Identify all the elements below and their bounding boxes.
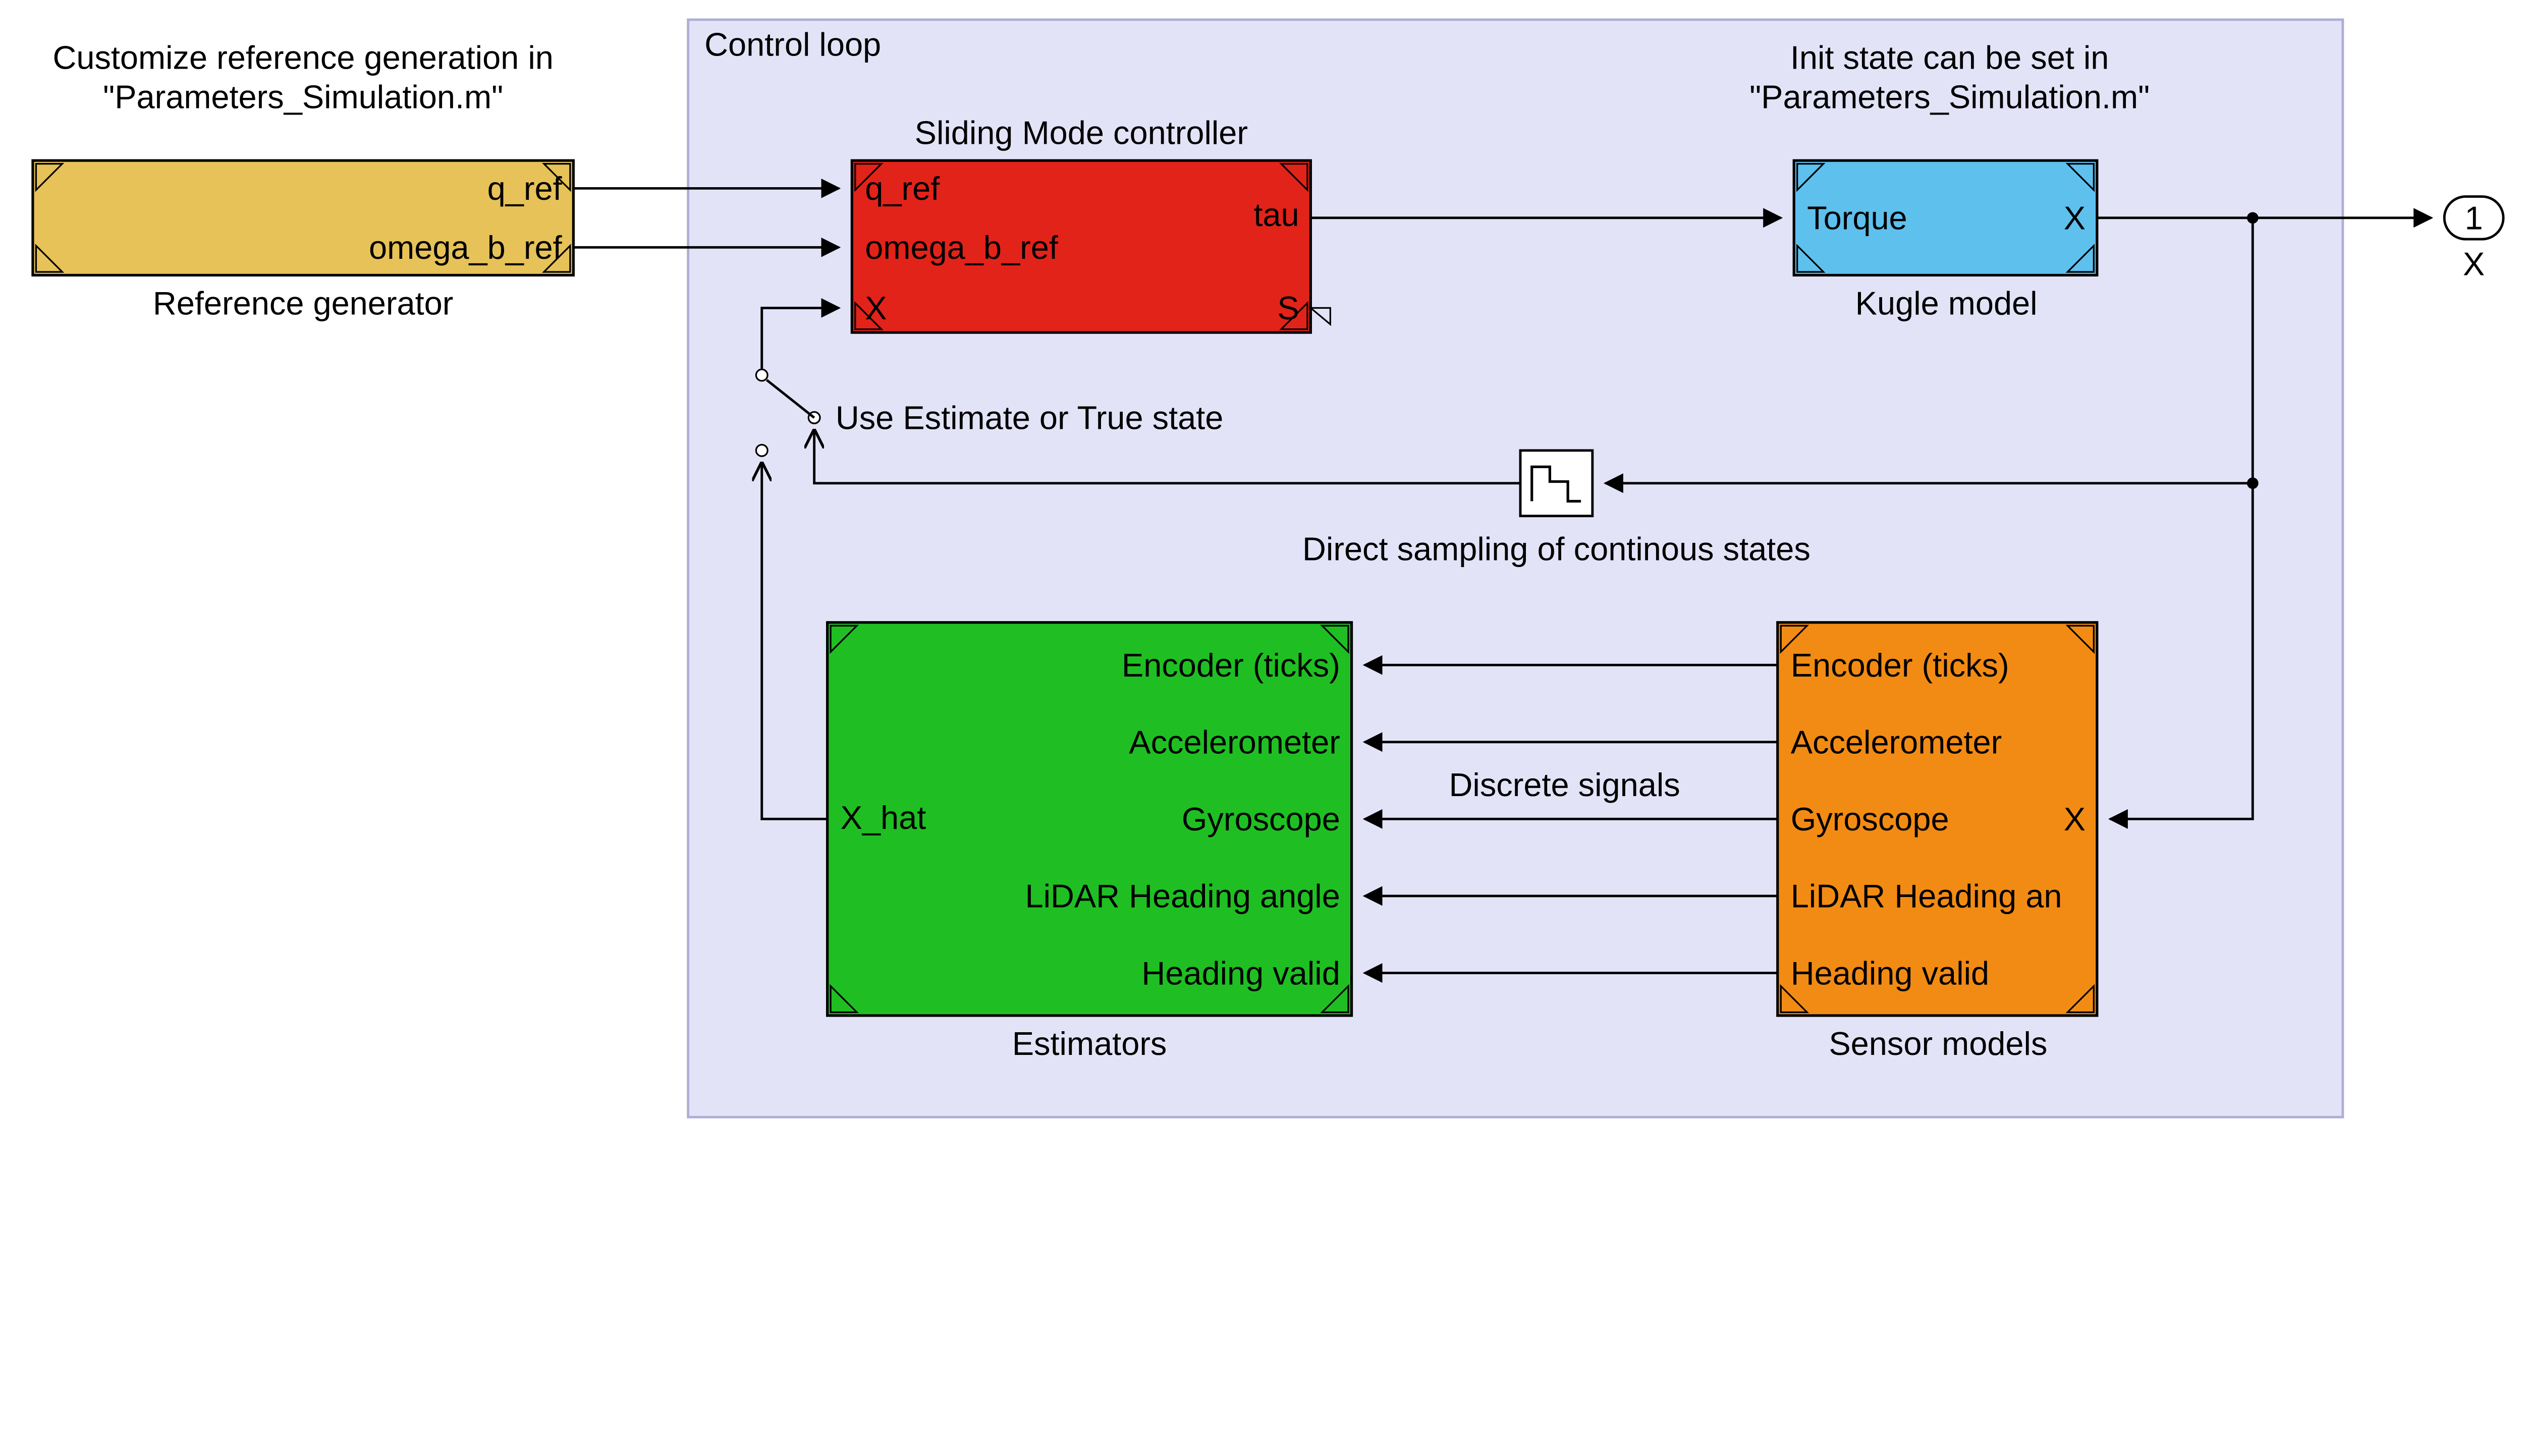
sens-port-lidar: LiDAR Heading an [1791, 878, 2062, 915]
outport-block[interactable]: 1 [2444, 197, 2503, 239]
sliding-mode-controller-block[interactable]: q_ref omega_b_ref X tau S [852, 160, 1330, 332]
est-port-heading-valid: Heading valid [1141, 955, 1340, 991]
kugle-port-torque: Torque [1807, 200, 1907, 237]
sens-port-x: X [2064, 801, 2086, 837]
refgen-annotation-l2: "Parameters_Simulation.m" [103, 78, 503, 115]
sensor-models-block[interactable]: Encoder (ticks) Accelerometer Gyroscope … [1778, 623, 2097, 1016]
est-port-lidar: LiDAR Heading angle [1025, 878, 1340, 915]
control-loop-title: Control loop [704, 26, 881, 63]
smc-port-tau: tau [1253, 196, 1299, 233]
sens-port-encoder: Encoder (ticks) [1791, 647, 2009, 684]
init-state-annotation-l2: "Parameters_Simulation.m" [1749, 78, 2150, 115]
reference-generator-block[interactable]: q_ref omega_b_ref [33, 160, 573, 275]
sens-port-accel: Accelerometer [1791, 724, 2002, 761]
sampler-block[interactable] [1520, 451, 1593, 516]
kugle-title: Kugle model [1855, 285, 2038, 321]
outport-name: X [2463, 245, 2485, 282]
switch-label: Use Estimate or True state [836, 400, 1224, 436]
outport-num: 1 [2465, 200, 2483, 237]
est-port-accel: Accelerometer [1129, 724, 1340, 761]
estimators-block[interactable]: X_hat Encoder (ticks) Accelerometer Gyro… [828, 623, 1352, 1016]
est-port-gyro: Gyroscope [1182, 801, 1340, 837]
sens-port-heading-valid: Heading valid [1791, 955, 1989, 991]
refgen-port-qref: q_ref [487, 170, 563, 207]
kugle-model-block[interactable]: Torque X [1794, 160, 2097, 275]
simulink-diagram: Control loop Customize reference generat… [0, 0, 2523, 1147]
estimators-title: Estimators [1012, 1025, 1167, 1062]
smc-port-qref: q_ref [865, 170, 940, 207]
init-state-annotation-l1: Init state can be set in [1790, 39, 2109, 76]
sens-port-gyro: Gyroscope [1791, 801, 1949, 837]
refgen-port-omega: omega_b_ref [369, 229, 563, 266]
smc-title: Sliding Mode controller [915, 115, 1248, 151]
discrete-signals-label: Discrete signals [1449, 766, 1680, 803]
kugle-port-x: X [2064, 200, 2086, 237]
refgen-annotation-l1: Customize reference generation in [52, 39, 553, 76]
est-port-encoder: Encoder (ticks) [1122, 647, 1340, 684]
smc-port-x: X [865, 290, 887, 326]
smc-port-omega: omega_b_ref [865, 229, 1059, 266]
smc-port-s: S [1277, 290, 1299, 326]
est-port-xhat: X_hat [841, 799, 926, 836]
refgen-title: Reference generator [153, 285, 454, 321]
sensors-title: Sensor models [1829, 1025, 2047, 1062]
sampler-label: Direct sampling of continous states [1302, 530, 1811, 567]
